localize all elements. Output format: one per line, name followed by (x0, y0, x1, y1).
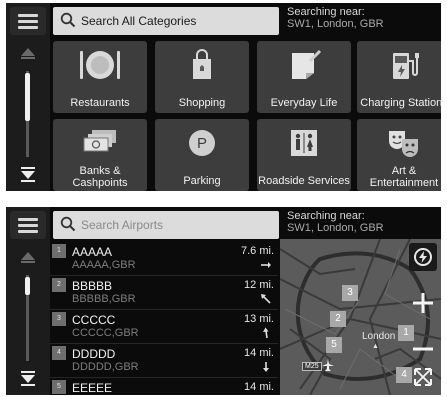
result-distance: 7.6 mi. (240, 245, 274, 257)
map-marker[interactable]: 5 (326, 337, 342, 353)
airports-screen: Search Airports Searching near: SW1, Lon… (6, 207, 441, 395)
search-placeholder: Search All Categories (81, 14, 197, 28)
category-label: Roadside Services (258, 175, 350, 187)
result-address: CCCCC,GBR (72, 327, 139, 339)
road-shield-label: M25 (302, 362, 322, 371)
scroll-up-icon[interactable] (10, 39, 46, 69)
plus-icon (413, 293, 433, 313)
category-label-text: Art & Entertainment (369, 165, 439, 189)
category-label: Everyday Life (270, 97, 338, 109)
result-name: AAAAA (72, 245, 113, 259)
searching-near-value: SW1, London, GBR (287, 222, 384, 234)
zoom-out-button[interactable] (409, 335, 437, 363)
everyday-life-icon (257, 45, 351, 85)
searching-near-value: SW1, London, GBR (287, 18, 384, 30)
list-item[interactable]: 2 BBBBB BBBBB,GBR 12 mi. (50, 276, 278, 310)
svg-text:P: P (197, 135, 207, 152)
result-name: DDDDD (72, 347, 116, 361)
map-view[interactable]: 3 2 5 1 4 London ▲ M25 (280, 239, 441, 395)
category-banks-cashpoints[interactable]: Banks & Cashpoints (53, 119, 147, 191)
result-distance: 14 mi. (244, 381, 274, 393)
searching-near[interactable]: Searching near: SW1, London, GBR (287, 6, 384, 30)
current-position-icon: ▲ (372, 343, 379, 350)
result-distance: 14 mi. (244, 347, 274, 359)
search-placeholder: Search Airports (81, 218, 164, 232)
airport-icon (322, 359, 334, 371)
searching-near[interactable]: Searching near: SW1, London, GBR (287, 210, 384, 234)
list-item[interactable]: 5 EEEEE 14 mi. (50, 378, 278, 395)
search-icon (60, 12, 76, 28)
expand-icon (414, 368, 432, 386)
charging-icon[interactable] (409, 243, 437, 271)
category-label: Restaurants (70, 97, 130, 109)
category-everyday-life[interactable]: Everyday Life (257, 41, 351, 113)
category-label: Shopping (178, 97, 226, 109)
scroll-thumb[interactable] (25, 73, 30, 121)
category-label: Parking (183, 175, 221, 187)
map-city-label: London (362, 331, 396, 342)
result-address: BBBBB,GBR (72, 293, 136, 305)
category-label: Art & Entertainment (357, 165, 441, 189)
list-item[interactable]: 4 DDDDD DDDDD,GBR 14 mi. (50, 344, 278, 378)
charging-station-icon (357, 45, 441, 85)
category-charging-stations[interactable]: Charging Stations (357, 41, 441, 113)
list-item[interactable]: 3 CCCCC CCCCC,GBR 13 mi. (50, 310, 278, 344)
money-icon (53, 123, 147, 163)
searching-near-label: Searching near: (287, 6, 365, 18)
categories-screen: Search All Categories Searching near: SW… (6, 3, 441, 191)
result-address: DDDDD,GBR (72, 361, 139, 373)
direction-arrow-northwest-icon (261, 294, 271, 304)
result-distance: 13 mi. (244, 313, 274, 325)
result-index: 5 (52, 380, 66, 394)
result-index: 3 (52, 312, 66, 326)
search-icon (60, 216, 76, 232)
fullscreen-map-button[interactable] (409, 363, 437, 391)
map-marker[interactable]: 3 (342, 285, 358, 301)
restaurant-icon (53, 45, 147, 85)
result-index: 4 (52, 346, 66, 360)
restroom-icon (257, 123, 351, 163)
category-parking[interactable]: P Parking (155, 119, 249, 191)
results-list: 1 AAAAA AAAAA,GBR 7.6 mi. 2 BBBBB BBBBB,… (50, 242, 278, 395)
result-name: EEEEE (72, 381, 113, 395)
result-index: 2 (52, 278, 66, 292)
scroll-thumb[interactable] (25, 277, 30, 295)
scroll-down-icon[interactable] (10, 159, 46, 189)
minus-icon (413, 347, 433, 351)
menu-icon[interactable] (10, 7, 46, 35)
result-name: CCCCC (72, 313, 116, 327)
parking-icon: P (155, 123, 249, 163)
category-roadside-services[interactable]: Roadside Services (257, 119, 351, 191)
list-item[interactable]: 1 AAAAA AAAAA,GBR 7.6 mi. (50, 242, 278, 276)
zoom-in-button[interactable] (409, 289, 437, 317)
result-address: AAAAA,GBR (72, 259, 136, 271)
category-label-text: Banks & Cashpoints (72, 165, 128, 189)
category-shopping[interactable]: Shopping (155, 41, 249, 113)
left-rail (6, 3, 50, 191)
search-input[interactable]: Search Airports (53, 211, 279, 239)
category-label: Banks & Cashpoints (53, 165, 147, 189)
result-distance: 12 mi. (244, 279, 274, 291)
scroll-up-icon[interactable] (10, 243, 46, 273)
searching-near-label: Searching near: (287, 210, 365, 222)
theater-masks-icon (357, 123, 441, 163)
search-input[interactable]: Search All Categories (53, 7, 279, 35)
scroll-down-icon[interactable] (10, 363, 46, 393)
category-restaurants[interactable]: Restaurants (53, 41, 147, 113)
map-marker[interactable]: 2 (330, 311, 346, 327)
direction-arrow-north-icon (263, 327, 269, 339)
direction-arrow-east-icon (261, 262, 271, 268)
result-index: 1 (52, 244, 66, 258)
category-label: Charging Stations (360, 97, 441, 109)
result-name: BBBBB (72, 279, 113, 293)
shopping-bag-icon (155, 45, 249, 85)
direction-arrow-south-icon (263, 362, 269, 372)
category-art-entertainment[interactable]: Art & Entertainment (357, 119, 441, 191)
menu-icon[interactable] (10, 211, 46, 239)
left-rail (6, 207, 50, 395)
